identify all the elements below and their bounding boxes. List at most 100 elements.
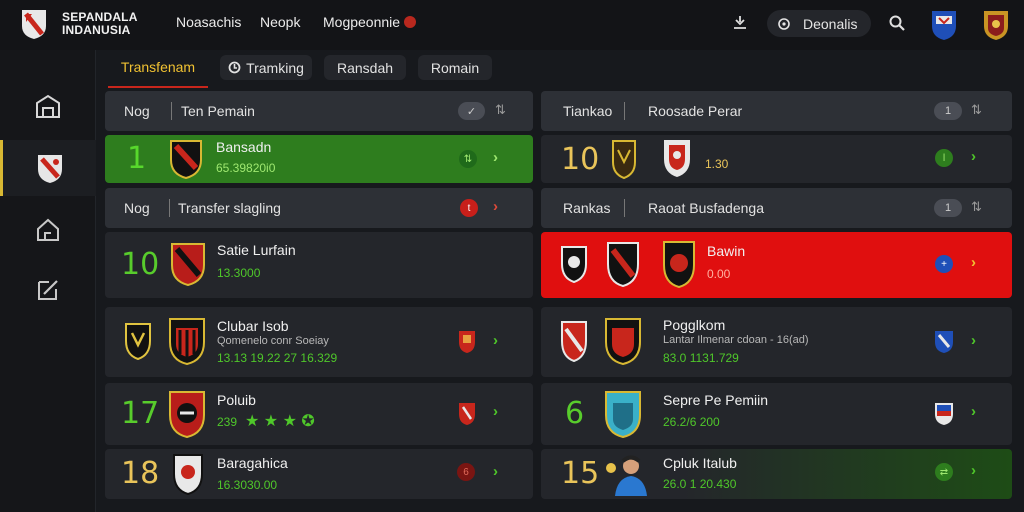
nav-link-1[interactable]: Noasachis: [176, 14, 241, 30]
nav-link-3[interactable]: Mogpeonnie: [323, 14, 417, 30]
left-panel1-header: Nog Ten Pemain ✓ ⇅: [105, 91, 533, 131]
status-icon: ⇄: [935, 463, 953, 481]
club-crest-blue-icon[interactable]: [930, 8, 958, 42]
player-name: Pogglkom: [663, 317, 726, 333]
nav-link-2[interactable]: Neopk: [260, 14, 300, 30]
chevron-right-icon[interactable]: ›: [971, 148, 976, 165]
sidebar-item-club[interactable]: [0, 140, 96, 196]
player-name: Cpluk Italub: [663, 455, 737, 471]
notification-icon[interactable]: [729, 12, 751, 34]
alert-icon[interactable]: t: [460, 199, 478, 217]
header-divider: [169, 199, 170, 217]
player-name: Bansadn: [216, 139, 272, 155]
sidebar-item-edit[interactable]: [0, 262, 96, 318]
club-crest-icon: [664, 140, 690, 177]
chevron-right-icon[interactable]: ›: [971, 254, 976, 271]
small-club-icon: [459, 403, 475, 425]
edit-icon: [38, 280, 58, 300]
sidebar-item-stadium[interactable]: [0, 78, 96, 134]
player-value: 16.3030.00: [217, 478, 278, 492]
chevron-right-icon[interactable]: ›: [493, 149, 498, 166]
table-row[interactable]: Pogglkom Lantar Ilmenar cdoan - 16(ad) 8…: [541, 307, 1012, 377]
rank-number: 15: [561, 456, 600, 491]
chevron-right-icon[interactable]: ›: [971, 403, 976, 420]
left-panel2-col2: Transfer slagling: [178, 200, 281, 216]
header-divider: [624, 199, 625, 217]
club-crest-icon: [173, 454, 203, 496]
header-divider: [171, 102, 172, 120]
player-value: 83.0 1131.729: [663, 351, 739, 365]
player-name: Sepre Pe Pemiin: [663, 392, 769, 408]
left-panel1-col1: Nog: [124, 103, 150, 119]
search-icon[interactable]: [886, 12, 908, 34]
search-pill[interactable]: Deonalis: [767, 10, 871, 37]
top-bar: SEPANDALA INDANUSIA Noasachis Neopk Mogp…: [0, 0, 1024, 50]
right-panel2-col1: Rankas: [563, 200, 611, 216]
sidebar: [0, 50, 96, 512]
table-row[interactable]: 6 Sepre Pe Pemiin 26.2/6 200 ›: [541, 383, 1012, 445]
left-panel2-col1: Nog: [124, 200, 150, 216]
chevron-right-icon[interactable]: ›: [493, 198, 498, 215]
tab-transfer[interactable]: Transfenam: [108, 55, 208, 88]
sidebar-item-home[interactable]: [0, 202, 96, 258]
status-icon: +: [935, 255, 953, 273]
count-badge[interactable]: 1: [934, 102, 962, 120]
club-crest-icon: [170, 140, 202, 180]
right-panel1-col1: Tiankao: [563, 103, 613, 119]
tab-ranking-label: Tramking: [246, 59, 304, 76]
club-crest-icon: [169, 391, 205, 439]
left-panel1-col2: Ten Pemain: [181, 103, 255, 119]
tab-romain[interactable]: Romain: [418, 55, 492, 80]
count-badge[interactable]: 1: [934, 199, 962, 217]
table-row[interactable]: 17 Poluib 239 ★ ★ ★ ✪ ›: [105, 383, 533, 445]
chevron-right-icon[interactable]: ›: [493, 403, 498, 420]
sort-icon[interactable]: ⇅: [971, 102, 982, 118]
player-avatar: [606, 455, 647, 496]
club-crest-gold-icon[interactable]: [982, 8, 1010, 42]
chevron-right-icon[interactable]: ›: [493, 332, 498, 349]
sort-icon[interactable]: ⇅: [495, 102, 506, 118]
sort-icon[interactable]: ⇅: [971, 199, 982, 215]
player-value: 13.13 19.22 27 16.329: [217, 351, 338, 365]
rank-number: 1: [127, 141, 147, 176]
player-value: 26.2/6 200: [663, 415, 720, 429]
player-name: Bawin: [707, 243, 746, 259]
refresh-icon: [228, 61, 241, 74]
club-crest-cyan-icon: [605, 391, 641, 439]
rating-stars: ★ ★ ★ ✪: [245, 413, 315, 430]
player-name: Clubar Isob: [217, 318, 289, 334]
right-panel1-header: Tiankao Roosade Perar 1 ⇅: [541, 91, 1012, 131]
status-icon: 6: [457, 463, 475, 481]
rank-number: 6: [565, 396, 585, 431]
small-club-blue-icon: [935, 331, 953, 353]
club-crest-gold-icon: [612, 140, 636, 180]
player-value: 13.3000: [217, 266, 261, 280]
chevron-right-icon[interactable]: ›: [493, 463, 498, 480]
table-row[interactable]: Clubar Isob Qomenelo conr Soeiay 13.13 1…: [105, 307, 533, 377]
player-name: Satie Lurfain: [217, 242, 296, 258]
table-row[interactable]: 15 Cpluk Italub 26.0 1 20.430 ⇄ ›: [541, 449, 1012, 499]
check-toggle[interactable]: ✓: [458, 102, 485, 120]
right-highlight-row[interactable]: 10 1.30 ǀ ›: [541, 135, 1012, 183]
table-row-highlighted[interactable]: Bawin 0.00 + ›: [541, 232, 1012, 298]
chevron-right-icon[interactable]: ›: [971, 462, 976, 479]
tab-ranking[interactable]: Tramking: [220, 55, 312, 80]
right-panel2-header: Rankas Raoat Busfadenga 1 ⇅: [541, 188, 1012, 228]
table-row[interactable]: 10 Satie Lurfain 13.3000: [105, 232, 533, 298]
nav-link-3-label: Mogpeonnie: [323, 14, 401, 30]
player-value: 26.0 1 20.430: [663, 477, 737, 491]
player-value: 239: [217, 415, 238, 429]
club-crest-yellow-icon: [125, 323, 151, 361]
table-row[interactable]: 18 Baragahica 16.3030.00 6 ›: [105, 449, 533, 499]
rank-number: 10: [561, 142, 600, 177]
club-crest-icon: [561, 246, 587, 284]
header-divider: [624, 102, 625, 120]
app-logo[interactable]: [20, 8, 48, 40]
globe-icon: [778, 17, 790, 30]
right-panel1-col2: Roosade Perar: [648, 103, 743, 119]
tab-ransdah[interactable]: Ransdah: [324, 55, 406, 80]
left-highlight-row[interactable]: 1 Bansadn 65.39820i0 ⇅ ›: [105, 135, 533, 183]
right-panel2-col2: Raoat Busfadenga: [648, 200, 764, 216]
small-club-icon: [459, 331, 475, 353]
chevron-right-icon[interactable]: ›: [971, 332, 976, 349]
